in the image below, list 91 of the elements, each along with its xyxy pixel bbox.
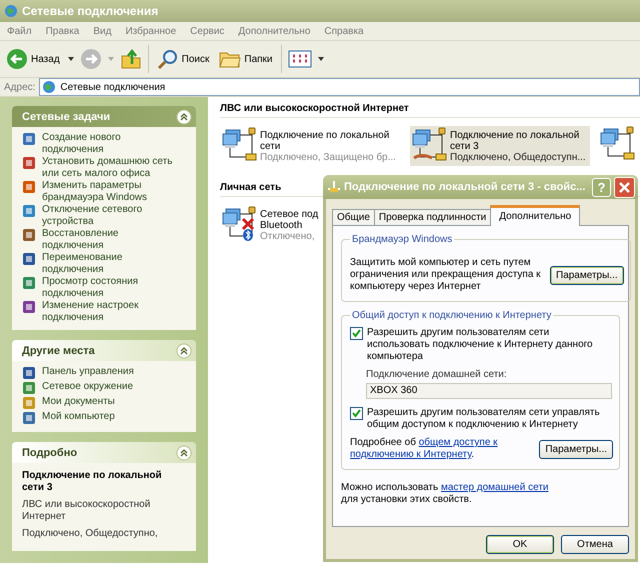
tile-icon: [22, 396, 36, 410]
task-link[interactable]: Просмотр состояния подключения: [42, 276, 182, 299]
checkbox[interactable]: [350, 407, 363, 420]
home-network-field[interactable]: XBOX 360: [366, 383, 612, 399]
connection-status: Подключено, Общедоступн...: [450, 152, 586, 163]
wizard-text: Можно использовать мастер домашней сети для установки этих свойств.: [341, 482, 550, 506]
checkbox-label: Разрешить другим пользователям сети использовать подключение к Интернету данного компьютера: [367, 327, 594, 363]
task-link[interactable]: Создание нового подключения: [42, 132, 182, 155]
group-label: Общий доступ к подключению к Интернету: [351, 310, 552, 321]
menu-item[interactable]: Сервис: [183, 26, 232, 36]
collapse-chevron-icon[interactable]: [176, 444, 192, 460]
panel-title: Подробно: [22, 446, 78, 458]
tile-icon: [22, 276, 36, 290]
address-field[interactable]: Сетевые подключения: [39, 78, 640, 96]
tab[interactable]: Проверка подлинности: [374, 209, 492, 225]
help-link[interactable]: подключению к Интернету: [350, 449, 472, 460]
connection-name: сети 3: [450, 141, 480, 152]
home-network-label: Подключение домашней сети:: [366, 369, 508, 380]
dialog-title: Подключение по локальной сети 3 - свойс...: [344, 181, 586, 193]
connection-item[interactable]: Подключение по локальной сети 3 Подключено, Общедоступн...: [410, 126, 590, 166]
settings-button[interactable]: Параметры...: [550, 266, 624, 284]
connection-name: Подключение по локальной: [260, 130, 390, 141]
help-link[interactable]: общем доступе к: [418, 437, 498, 448]
task-link[interactable]: Мои документы: [42, 396, 182, 408]
panel-title: Сетевые задачи: [22, 110, 110, 122]
menu-item[interactable]: Файл: [0, 26, 39, 36]
tile-icon: [22, 132, 36, 146]
views-icon[interactable]: [288, 49, 312, 69]
tab[interactable]: Общие: [332, 209, 375, 225]
connection-name: сети: [260, 141, 282, 152]
task-link[interactable]: Изменить параметры брандмауэра Windows: [42, 180, 182, 203]
task-link[interactable]: Переименование подключения: [42, 252, 182, 275]
tile-icon: [22, 180, 36, 194]
task-link[interactable]: Сетевое окружение: [42, 381, 182, 392]
tab[interactable]: Дополнительно: [490, 205, 580, 226]
globe-icon: [42, 80, 56, 94]
network-computers-icon: [600, 126, 636, 162]
tile-icon: [22, 156, 36, 170]
caret-icon[interactable]: [68, 57, 74, 61]
task-link[interactable]: Установить домашнюю сеть или сеть малого офиса: [42, 156, 182, 179]
task-link[interactable]: Отключение сетевого устройства: [42, 204, 182, 227]
menu-item[interactable]: Справка: [317, 26, 371, 36]
task-link[interactable]: Восстановление подключения: [42, 228, 182, 251]
menu-item[interactable]: Дополнительно: [231, 26, 318, 36]
wizard-link[interactable]: мастер домашней сети: [440, 482, 548, 493]
tile-icon: [22, 300, 36, 314]
task-link[interactable]: Мой компьютер: [42, 411, 182, 422]
checkbox[interactable]: [350, 327, 363, 340]
help-text: Подробнее об общем доступе к подключению к Интернету.: [350, 437, 499, 461]
firewall-description: Защитить мой компьютер и сеть путем ограничения или прекращения доступа к компьютеру через Интернет: [350, 257, 542, 293]
connection-name: Подключение по локальной: [450, 130, 580, 141]
task-link[interactable]: Изменение настроек подключения: [42, 300, 182, 323]
menu-item[interactable]: Избранное: [118, 26, 184, 36]
cancel-button[interactable]: Отмена: [561, 535, 629, 554]
back-button[interactable]: Назад: [4, 46, 62, 72]
menu-item[interactable]: Правка: [38, 26, 86, 36]
details-status: Подключено, Общедоступно,: [22, 528, 159, 540]
collapse-chevron-icon[interactable]: [176, 342, 192, 358]
window-title: Сетевые подключения: [22, 4, 158, 18]
close-button[interactable]: [614, 176, 635, 198]
globe-icon: [4, 4, 18, 18]
ok-button[interactable]: OK: [486, 535, 554, 554]
menu-item[interactable]: Вид: [86, 26, 118, 36]
details-type: ЛВС или высокоскоростной Интернет: [22, 499, 152, 523]
checkbox-label: Разрешить другим пользователям сети управлять общим доступом к подключению к Интернету: [367, 407, 601, 431]
settings-button[interactable]: Параметры...: [539, 440, 613, 458]
details-name: Подключение по локальной сети 3: [22, 470, 163, 494]
close-icon[interactable]: [619, 182, 630, 192]
connection-status: Подключено, Защищено бр...: [260, 152, 396, 163]
group-header: ЛВС или высокоскоростной Интернет: [220, 103, 640, 118]
tile-icon: [22, 381, 36, 395]
collapse-chevron-icon[interactable]: [176, 108, 192, 124]
network-plug-icon: [327, 181, 341, 193]
folders-button[interactable]: Папки: [217, 47, 274, 71]
connection-name: Bluetooth: [260, 220, 304, 231]
address-label: Адрес:: [4, 82, 36, 92]
group-label: Брандмауэр Windows: [351, 234, 454, 245]
tile-icon: [22, 411, 36, 425]
tile-icon: [22, 228, 36, 242]
connection-name: Сетевое под: [260, 209, 318, 220]
caret-icon[interactable]: [318, 57, 324, 61]
panel-title: Другие места: [22, 344, 95, 356]
connection-status: Отключено,: [260, 231, 316, 242]
task-link[interactable]: Панель управления: [42, 366, 182, 378]
tile-icon: [22, 366, 36, 380]
tile-icon: [22, 252, 36, 266]
folder-up-icon[interactable]: [120, 48, 142, 70]
search-button[interactable]: Поиск: [154, 46, 212, 72]
connection-item[interactable]: Подключение по локальной сети Подключено, Защищено бр...: [220, 126, 400, 166]
tile-icon: [22, 204, 36, 218]
search-icon[interactable]: [156, 48, 179, 70]
